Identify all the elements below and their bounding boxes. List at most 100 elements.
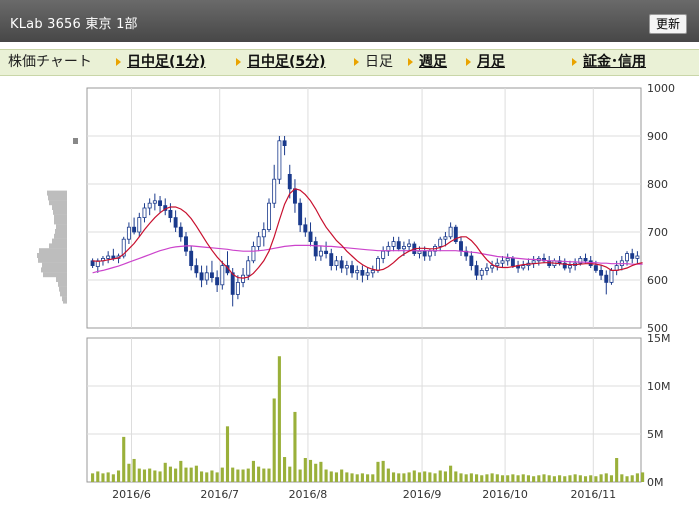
volume-bar [547,475,551,482]
volume-bar [563,476,567,482]
tab-intraday-1min[interactable]: 日中足(1分) [116,53,206,72]
volume-bar [137,468,141,482]
volume-profile-bar [48,195,67,201]
chart-tab-bar: 株価チャート 日中足(1分) 日中足(5分) 日足 週足 月足 証金･信用 [0,49,699,76]
candle-body [204,272,209,281]
volume-bar [106,472,110,482]
volume-bar [91,473,95,482]
volume-bar [200,471,204,482]
volume-bar [241,469,245,482]
candle-body [469,255,474,266]
tab-monthly[interactable]: 月足 [466,53,505,72]
volume-tick-label: 15M [647,332,671,345]
volume-profile-bar [58,281,67,287]
arrow-icon [236,58,241,66]
volume-bar [641,472,645,482]
candle-body [344,265,349,269]
volume-bar [319,461,323,482]
volume-profile-bar [37,253,67,258]
price-tick-label: 800 [647,178,668,191]
tab-intraday-5min[interactable]: 日中足(5分) [236,53,326,72]
volume-profile-bar [54,219,67,225]
volume-bar [516,475,520,482]
candle-body [438,238,443,247]
date-tick-label: 2016/9 [403,488,442,501]
tab-margin-credit[interactable]: 証金･信用 [572,53,646,72]
arrow-icon [408,58,413,66]
volume-bar [267,468,271,482]
volume-bar [407,472,411,482]
volume-bar [246,468,250,482]
tab-daily: 日足 [354,53,393,72]
volume-bar [210,470,214,482]
volume-bar [340,469,344,482]
volume-bar [288,466,292,482]
candle-body [484,267,489,271]
candle-body [443,236,448,240]
volume-bar [272,398,276,482]
volume-bar [132,458,136,482]
volume-profile-bar [39,248,67,254]
volume-profile-bar [56,224,67,230]
candle-body [178,226,183,238]
candle-body [490,265,495,269]
price-tick-label: 1000 [647,82,675,95]
volume-bar [469,473,473,482]
candle-body [251,245,256,262]
candle-body [500,260,505,264]
volume-profile-bar [55,229,67,234]
candle-body [241,274,246,283]
candle-body [246,260,251,276]
arrow-icon [572,58,577,66]
candle-body [215,277,220,286]
tab-weekly[interactable]: 週足 [408,53,447,72]
volume-bar [127,463,131,482]
candle-body [376,257,380,271]
stock-title: KLab 3656 東京 1部 [10,17,138,32]
volume-profile-bar [49,243,67,249]
volume-panel-frame [86,337,642,483]
candle-body [355,269,360,274]
candle-body [479,269,484,276]
update-button[interactable]: 更新 [648,14,687,34]
candle-body [329,253,334,267]
volume-profile-bar [38,257,67,263]
volume-bar [184,467,188,482]
candle-body [220,265,225,286]
candle-body [261,229,266,238]
candle-body [318,250,323,257]
price-tick-label: 600 [647,274,668,287]
volume-bar [532,476,536,482]
price-tick-label: 700 [647,226,668,239]
volume-bar [189,467,193,482]
volume-profile-bar [47,190,67,196]
volume-bar [402,473,406,482]
volume-bar [251,460,255,482]
volume-bar [428,472,432,482]
volume-bar [215,472,219,482]
volume-profile-bar [56,277,67,282]
volume-bar [599,474,603,482]
volume-bar [153,470,157,482]
candle-body [350,265,354,274]
volume-bar [386,468,390,482]
date-tick-label: 2016/7 [200,488,239,501]
volume-bar [236,469,240,482]
candle-body [417,250,422,254]
candle-body [505,257,510,262]
volume-bar [573,474,577,482]
candle-body [209,272,214,279]
candle-body [106,255,111,259]
volume-profile-bar [49,200,67,206]
volume-bar [443,471,447,482]
candle-body [599,269,604,276]
candle-body [230,272,235,295]
volume-bar [635,473,639,482]
tab-intraday-5min-label: 日中足(5分) [247,54,326,70]
volume-bar [96,471,100,482]
volume-bar [194,465,198,482]
volume-bar [464,474,468,482]
volume-bar [615,458,619,482]
volume-profile-bar [54,214,67,220]
volume-bar [542,474,546,482]
